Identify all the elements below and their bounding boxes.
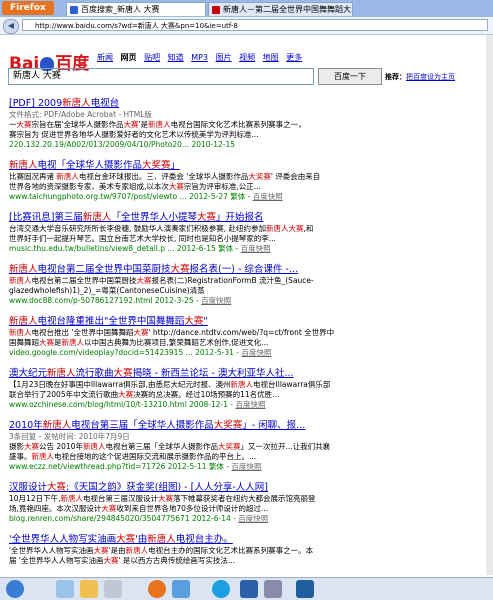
set-homepage-link[interactable]: 把百度设为主页: [406, 73, 455, 81]
result-item: 2010年新唐人电视台第三届「全球华人摄影作品大奖赛」- 闲聊、报... 3条回复…: [9, 419, 487, 472]
app-icon[interactable]: [172, 580, 190, 598]
folder-icon[interactable]: [80, 580, 98, 598]
result-snippet: 赛宗旨为 促进世界各地华人摄影爱好者的文化艺术以传统美学为评判标准...: [9, 130, 259, 139]
result-url: www.eczz.net/viewthread.php?tid=71726 20…: [9, 462, 262, 471]
nav-item-news[interactable]: 新闻: [97, 53, 113, 62]
nav-item-mp3[interactable]: MP3: [191, 53, 208, 62]
result-snippet: 摄影大赛公告 2010年新唐人电视台第三届「全球华人摄影作品大奖赛」又一次拉开.…: [9, 442, 331, 451]
result-title-link[interactable]: [PDF] 2009新唐人电视台: [9, 97, 487, 110]
ie-icon[interactable]: [56, 580, 74, 598]
result-snippet: 届 '全世界华人人物写实油画大赛' 是以西方古典传统绘画写实技法...: [9, 556, 236, 565]
snapshot-link[interactable]: 百度快照: [241, 348, 271, 357]
result-title-link[interactable]: [比赛讯息]第三届新唐人「全世界华人小提琴大赛」开始报名: [9, 211, 487, 224]
result-snippet: 新唐人电视台第二届全世界中国菜厨技大赛报名表(二)RegistrationFor…: [9, 276, 314, 285]
result-snippet: glazedwholefish)1)_2)_=粤菜(CantoneseCuisi…: [9, 286, 205, 295]
word-icon[interactable]: [240, 580, 258, 598]
result-url: www.doc88.com/p-50786127192.html 2012-3-…: [9, 296, 232, 305]
nav-item-more[interactable]: 更多: [286, 53, 302, 62]
result-title-link[interactable]: 新唐人电视台第二届全世界中国菜厨技大赛报名表(一) - 综合课件 -...: [9, 263, 487, 276]
nav-item-web[interactable]: 网页: [121, 53, 137, 62]
tip-label: 推荐：: [385, 73, 406, 81]
page-content: Bai 百度 新闻 网页 贴吧 知道 MP3 图片 视频 地图 更多 新唐人 大赛…: [0, 35, 493, 575]
result-url: blog.renren.com/share/294845020/35047756…: [9, 514, 269, 523]
snapshot-link[interactable]: 百度快照: [238, 514, 268, 523]
result-url: www.ozchinese.com/blog/html/10/t-13210.h…: [9, 400, 266, 409]
skype-icon[interactable]: [212, 580, 230, 598]
browser-titlebar: Firefox 百度搜索_新唐人 大赛 新唐人－第二届全世界中国舞舞蹈大...: [0, 0, 493, 18]
result-snippet: 世界好手们一起提升琴艺。国立台南艺术大学校长, 同时也是知名小提琴家的李...: [9, 234, 276, 243]
result-snippet: 盛事。新唐人电视台接地的这个促进国际交流和展示摄影作品的平台上。...: [9, 452, 257, 461]
result-snippet: '全世界华人人物写实油画大赛'是由新唐人电视台主办的国际文化艺术比赛系列赛事之一…: [9, 546, 314, 555]
baidu-nav: 新闻 网页 贴吧 知道 MP3 图片 视频 地图 更多: [97, 52, 307, 63]
result-snippet: 世界各地的资深摄影专家、美术专家组成,以本次大赛宗旨为评审标准,公正...: [9, 182, 261, 191]
app-icon[interactable]: [264, 580, 282, 598]
result-snippet: 比赛固况再诸 新唐人电视台金环球报出。三、评委会 '全球华人摄影作品大奖赛' 评…: [9, 172, 321, 181]
result-item: [比赛讯息]第三届新唐人「全世界华人小提琴大赛」开始报名 台湾交通大学音乐研究所所…: [9, 211, 487, 254]
nav-item-zhidao[interactable]: 知道: [168, 53, 184, 62]
result-snippet: 10月12日下午,新唐人电视台第三届汉服设计大赛落下帷幕获奖者在纽约大都会展示馆…: [9, 494, 316, 503]
result-snippet: 新唐人电视台推出 '全世界中国舞舞蹈大赛' http://dance.ntdtv…: [9, 328, 335, 337]
result-meta: 3条回复 - 发帖时间: 2010年7月9日: [9, 432, 130, 441]
firefox-icon[interactable]: [148, 580, 166, 598]
snapshot-link[interactable]: 百度快照: [241, 244, 271, 253]
result-url: 220.132.20.19/A002/013/2009/04/10/Photo2…: [9, 140, 236, 149]
browser-navbar: ◀ http://www.baidu.com/s?wd=新唐人 大赛&pn=10…: [0, 17, 493, 35]
result-title-link[interactable]: 新唐人电视台隆重推出"全世界中国舞舞蹈大赛": [9, 315, 487, 328]
search-input[interactable]: 新唐人 大赛: [8, 68, 314, 85]
snapshot-link[interactable]: 百度快照: [231, 462, 261, 471]
result-item: 新唐人电视台第二届全世界中国菜厨技大赛报名表(一) - 综合课件 -... 新唐人…: [9, 263, 487, 306]
result-url: music.thu.edu.tw/bulletins/view8_detail.…: [9, 244, 271, 253]
result-snippet: 一大赛宗旨在届'全球华人摄影作品大赛'是新唐人电视台国际文化艺术比赛系列赛事之一…: [9, 120, 306, 129]
snapshot-link[interactable]: 百度快照: [235, 400, 265, 409]
tab-title: 百度搜索_新唐人 大赛: [81, 5, 160, 14]
nav-item-tieba[interactable]: 贴吧: [144, 53, 160, 62]
search-button[interactable]: 百度一下: [318, 68, 382, 85]
baidu-favicon-icon: [70, 6, 78, 14]
result-title-link[interactable]: 汉服设计大赛:《天国之韵》获金奖(组图) - [人人分享-人人网]: [9, 481, 487, 494]
nav-item-images[interactable]: 图片: [216, 53, 232, 62]
result-title-link[interactable]: 2010年新唐人电视台第三届「全球华人摄影作品大奖赛」- 闲聊、报...: [9, 419, 487, 432]
result-url: video.google.com/videoplay?docid=5142391…: [9, 348, 272, 357]
result-snippet: 联合举行了2005年中文流行歌曲大赛决赛的总决赛。经过10场预赛的11名优胜..…: [9, 390, 280, 399]
result-url: www.taichungphoto.org.tw/9707/post/viewt…: [9, 192, 283, 201]
search-results: [PDF] 2009新唐人电视台 文件格式: PDF/Adobe Acrobat …: [9, 97, 487, 575]
result-title-link[interactable]: '全世界华人人物写实油画大赛'由新唐人电视台主办。: [9, 533, 487, 546]
result-item: 新唐人电视「全球华人摄影作品大奖赛」 比赛固况再诸 新唐人电视台金环球报出。三、评…: [9, 159, 487, 202]
photoshop-icon[interactable]: [296, 580, 314, 598]
result-snippet: 国舞舞蹈大赛是新唐人以中国古典舞为比赛项目,繁荣舞蹈艺术创作,促进文化...: [9, 338, 269, 347]
tab-title: 新唐人－第二届全世界中国舞舞蹈大...: [223, 5, 353, 14]
result-title-link[interactable]: 澳大纪元新唐人流行歌曲大赛揭晓 - 新西兰论坛 - 澳大利亚华人社...: [9, 367, 487, 380]
address-bar[interactable]: http://www.baidu.com/s?wd=新唐人 大赛&pn=10&i…: [22, 19, 488, 31]
result-meta: 文件格式: PDF/Adobe Acrobat - HTML版: [9, 110, 152, 119]
result-title-link[interactable]: 新唐人电视「全球华人摄影作品大奖赛」: [9, 159, 487, 172]
firefox-menu-button[interactable]: Firefox: [2, 1, 54, 15]
snapshot-link[interactable]: 百度快照: [201, 296, 231, 305]
homepage-tip: 推荐：把百度设为主页: [385, 72, 455, 82]
scrollbar[interactable]: [486, 35, 493, 575]
result-item: [PDF] 2009新唐人电视台 文件格式: PDF/Adobe Acrobat …: [9, 97, 487, 150]
result-item: 汉服设计大赛:《天国之韵》获金奖(组图) - [人人分享-人人网] 10月12日下…: [9, 481, 487, 524]
result-snippet: 台湾交通大学音乐研究所所长李俊穗, 鼓励华人演奏家们积极参赛, 赴纽约参加新唐人…: [9, 224, 314, 233]
start-icon[interactable]: [6, 580, 24, 598]
nav-item-map[interactable]: 地图: [263, 53, 279, 62]
tab-baidu-search[interactable]: 百度搜索_新唐人 大赛: [66, 2, 206, 16]
back-arrow-icon[interactable]: ◀: [3, 19, 19, 34]
page-favicon-icon: [212, 6, 220, 14]
snapshot-link[interactable]: 百度快照: [253, 192, 283, 201]
result-snippet: 【1月23日晚在好事国中Illawarra俱乐部,由悉尼大纪元时报、澳州新唐人电…: [9, 380, 331, 389]
result-item: '全世界华人人物写实油画大赛'由新唐人电视台主办。 '全世界华人人物写实油画大赛'…: [9, 533, 487, 566]
nav-item-video[interactable]: 视频: [239, 53, 255, 62]
result-item: 新唐人电视台隆重推出"全世界中国舞舞蹈大赛" 新唐人电视台推出 '全世界中国舞舞蹈…: [9, 315, 487, 358]
taskbar: [0, 577, 493, 600]
result-snippet: 场,竟艳四座。本次汉服设计大赛收到来自世界各地70多位设计师设计的超过...: [9, 504, 269, 513]
tab-ntd-dance[interactable]: 新唐人－第二届全世界中国舞舞蹈大...: [208, 2, 353, 16]
media-icon[interactable]: [104, 580, 122, 598]
result-item: 澳大纪元新唐人流行歌曲大赛揭晓 - 新西兰论坛 - 澳大利亚华人社... 【1月2…: [9, 367, 487, 410]
